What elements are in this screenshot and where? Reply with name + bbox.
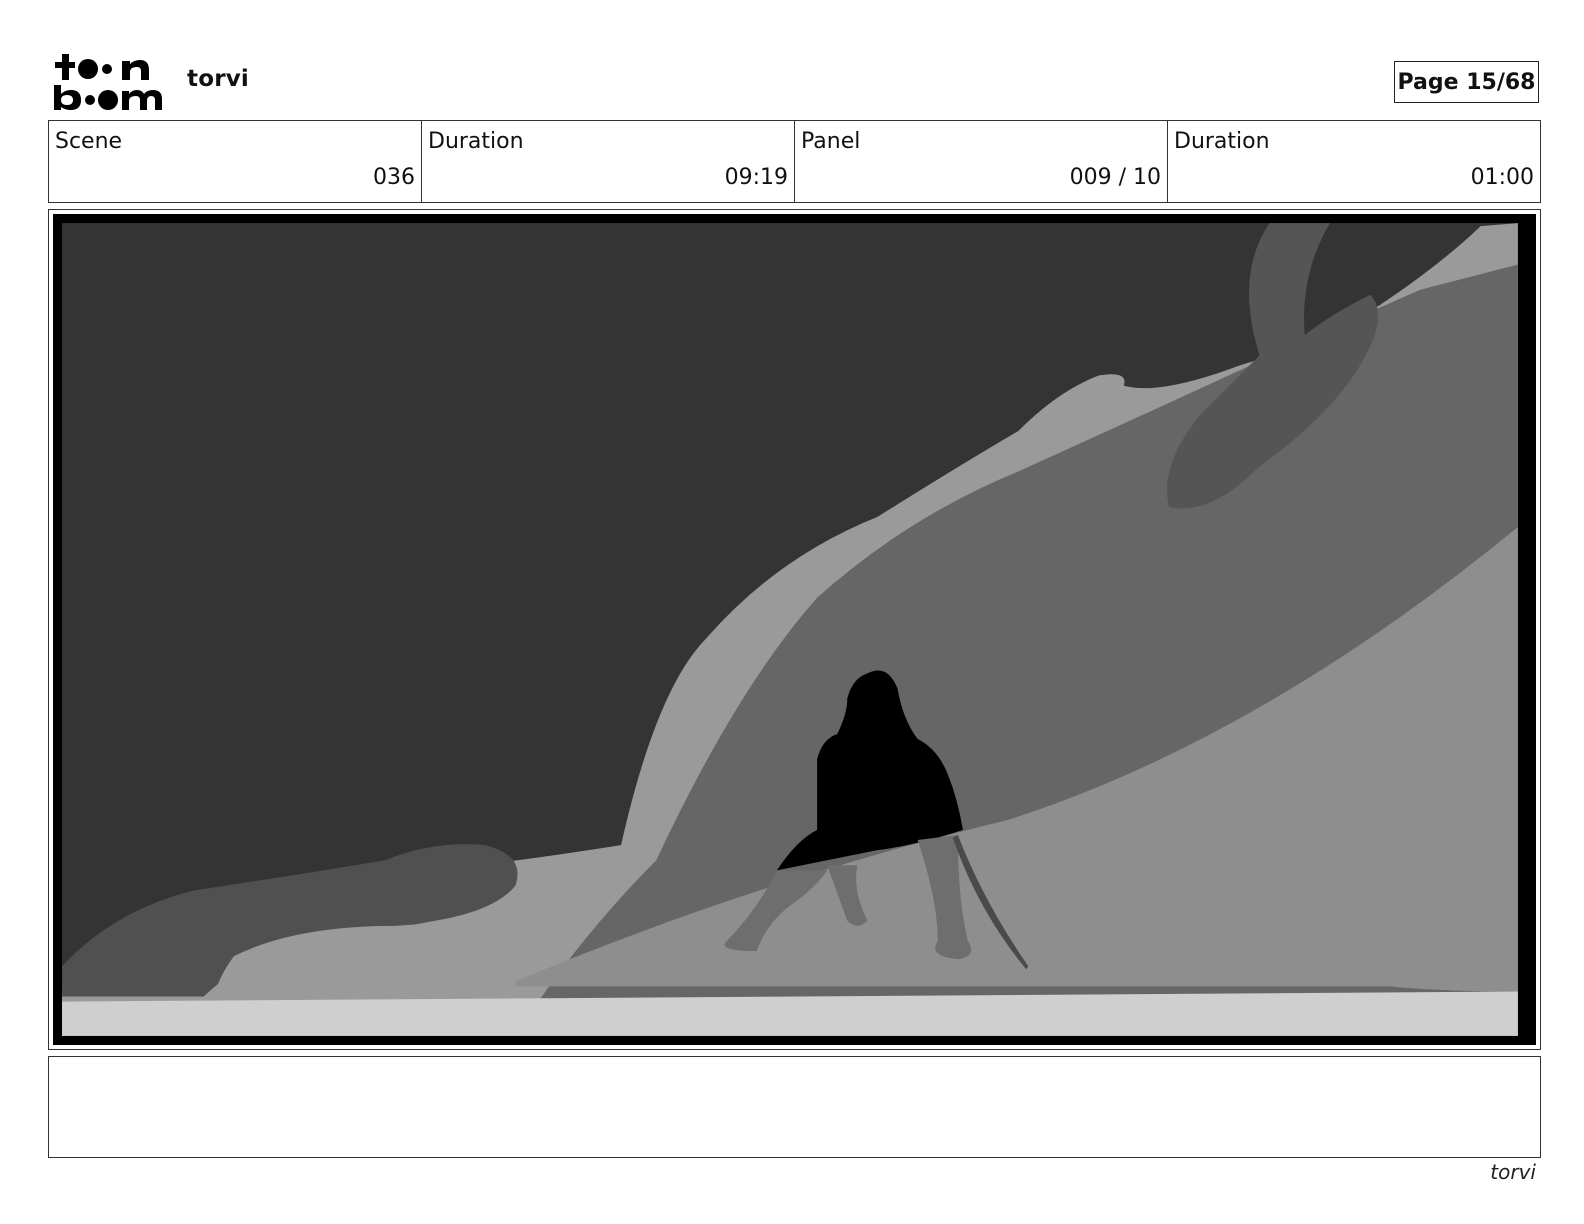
- storyboard-panel-frame: [48, 209, 1541, 1050]
- panel-cell: Panel 009 / 10: [795, 121, 1168, 202]
- scene-value: 036: [373, 165, 415, 190]
- toon-boom-logo: [52, 52, 164, 114]
- scene-duration-cell: Duration 09:19: [422, 121, 795, 202]
- scene-duration-value: 09:19: [724, 165, 788, 190]
- panel-duration-value: 01:00: [1470, 165, 1534, 190]
- panel-value: 009 / 10: [1069, 165, 1161, 190]
- storyboard-panel-image: [53, 214, 1536, 1045]
- scene-info-table: Scene 036 Duration 09:19 Panel 009 / 10 …: [48, 120, 1541, 203]
- panel-label: Panel: [801, 129, 861, 154]
- panel-duration-cell: Duration 01:00: [1168, 121, 1540, 202]
- project-title: torvi: [187, 66, 250, 92]
- footer-project-name: torvi: [1490, 1160, 1536, 1184]
- toon-boom-logo-icon: [54, 54, 162, 110]
- scene-label: Scene: [55, 129, 123, 154]
- panel-notes-box: [48, 1056, 1541, 1158]
- panel-duration-label: Duration: [1174, 129, 1270, 154]
- scene-cell: Scene 036: [49, 121, 422, 202]
- scene-duration-label: Duration: [428, 129, 524, 154]
- page-indicator: Page 15/68: [1394, 61, 1539, 103]
